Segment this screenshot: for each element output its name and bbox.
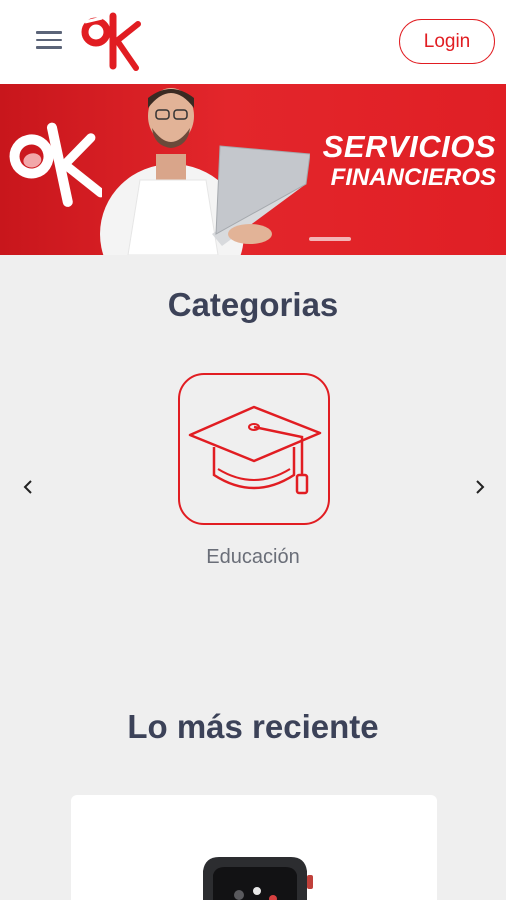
carousel-indicator[interactable] [309, 237, 351, 241]
recent-product-card[interactable] [71, 795, 437, 900]
category-card-educacion[interactable] [178, 373, 330, 525]
graduation-cap-icon [188, 405, 322, 495]
chevron-left-icon[interactable] [16, 474, 40, 500]
banner-title-line1: SERVICIOS [322, 129, 496, 164]
category-label-educacion: Educación [206, 546, 300, 568]
login-button[interactable]: Login [399, 19, 495, 64]
banner-ok-logo [9, 122, 102, 207]
banner-title: SERVICIOS FINANCIEROS [300, 130, 496, 192]
banner-person-image [100, 88, 310, 255]
smartwatch-icon [203, 857, 313, 900]
hamburger-menu-icon[interactable] [36, 31, 62, 51]
ok-logo[interactable] [80, 12, 142, 72]
chevron-right-icon[interactable] [468, 474, 492, 500]
promo-banner[interactable]: SERVICIOS FINANCIEROS [0, 84, 506, 255]
recent-title: Lo más reciente [127, 708, 379, 745]
banner-title-line2: FINANCIEROS [330, 164, 496, 191]
top-bar: Login [0, 0, 506, 84]
categories-title: Categorias [167, 286, 339, 323]
